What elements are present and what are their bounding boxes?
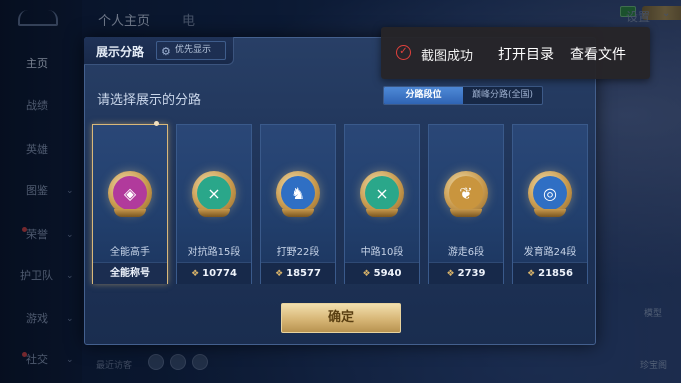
medal-base — [114, 209, 146, 217]
lane-card-clash[interactable]: ⨯ 对抗路15段 ❖ 10774 — [176, 124, 252, 284]
wolf-icon: ♞ — [281, 176, 315, 210]
confirm-button[interactable]: 确定 — [281, 303, 401, 333]
section-heading: 请选择展示的分路 — [97, 93, 202, 108]
medal-base — [366, 209, 398, 217]
title-text: 全能称号 — [110, 268, 150, 279]
lane-card-roam[interactable]: ❦ 游走6段 ❖ 2739 — [428, 124, 504, 284]
lane-card-farm[interactable]: ◎ 发育路24段 ❖ 21856 — [512, 124, 588, 284]
medal-base — [450, 209, 482, 217]
lane-card-all-round[interactable]: ◈ 全能高手 全能称号 — [92, 124, 168, 284]
screenshot-toast: ✓ 截图成功 打开目录 查看文件 — [381, 27, 650, 79]
lane-mode-toggle: 分路段位 巅峰分路(全国) — [383, 86, 543, 105]
lane-label: 发育路24段 — [523, 247, 577, 258]
lane-stat: ❖ 21856 — [513, 262, 587, 284]
crossed-swords-icon: ⨯ — [197, 176, 231, 210]
stat-value: 18577 — [286, 268, 321, 279]
lane-stat: ❖ 5940 — [345, 262, 419, 284]
lane-card-jungle[interactable]: ♞ 打野22段 ❖ 18577 — [260, 124, 336, 284]
priority-display-label: 优先显示 — [175, 45, 212, 55]
medal-base — [282, 209, 314, 217]
medal-base — [534, 209, 566, 217]
toast-message: 截图成功 — [421, 49, 474, 64]
lane-label: 中路10段 — [360, 247, 404, 258]
target-icon: ◎ — [533, 176, 567, 210]
stat-value: 2739 — [457, 268, 486, 279]
stat-value: 5940 — [373, 268, 402, 279]
gem-icon: ❖ — [362, 269, 371, 279]
dialog-title-tab: 展示分路 ⚙ 优先显示 — [84, 37, 234, 65]
dialog-title: 展示分路 — [96, 45, 145, 59]
gem-icon: ❖ — [446, 269, 455, 279]
lane-card-mid[interactable]: ⨯ 中路10段 ❖ 5940 — [344, 124, 420, 284]
lane-display-dialog: 展示分路 ⚙ 优先显示 请选择展示的分路 分路段位 巅峰分路(全国) ◈ 全能高… — [84, 37, 596, 345]
priority-display-button[interactable]: ⚙ 优先显示 — [156, 41, 226, 60]
lane-stat: ❖ 10774 — [177, 262, 251, 284]
gem-icon: ❖ — [275, 269, 284, 279]
lane-stat: ❖ 2739 — [429, 262, 503, 284]
lane-label: 对抗路15段 — [187, 247, 241, 258]
gem-icon: ❖ — [191, 269, 200, 279]
check-circle-icon: ✓ — [396, 45, 411, 60]
toggle-peak-lane[interactable]: 巅峰分路(全国) — [463, 87, 542, 104]
selection-corner-dot — [154, 121, 159, 126]
stat-value: 10774 — [202, 268, 237, 279]
open-folder-link[interactable]: 打开目录 — [498, 44, 554, 64]
emblem-icon: ◈ — [113, 176, 147, 210]
toggle-lane-rank[interactable]: 分路段位 — [384, 87, 463, 104]
wings-icon: ❦ — [449, 176, 483, 210]
lane-label: 打野22段 — [276, 247, 320, 258]
stat-value: 21856 — [538, 268, 573, 279]
lane-stat: 全能称号 — [93, 262, 167, 284]
gear-icon: ⚙ — [161, 45, 171, 58]
lane-stat: ❖ 18577 — [261, 262, 335, 284]
medal-base — [198, 209, 230, 217]
lane-label: 游走6段 — [447, 247, 485, 258]
crossed-swords-icon: ⨯ — [365, 176, 399, 210]
lane-label: 全能高手 — [110, 247, 150, 258]
view-file-link[interactable]: 查看文件 — [570, 44, 626, 64]
gem-icon: ❖ — [527, 269, 536, 279]
